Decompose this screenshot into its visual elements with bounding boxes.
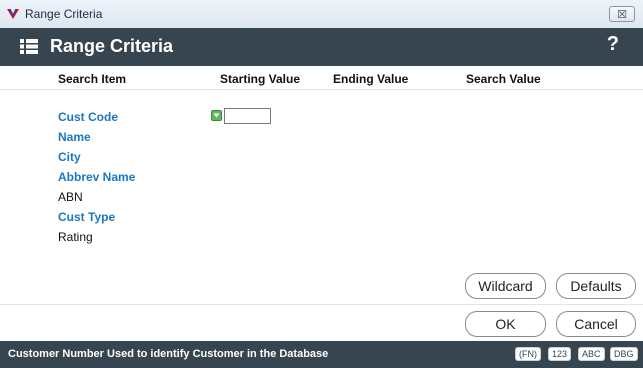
header-divider xyxy=(0,89,643,90)
status-text: Customer Number Used to identify Custome… xyxy=(8,348,329,360)
field-label-cust-code[interactable]: Cust Code xyxy=(58,110,118,124)
list-icon xyxy=(20,39,38,54)
status-badge-fn[interactable]: (FN) xyxy=(515,347,541,361)
footer-divider xyxy=(0,304,643,305)
field-label-city[interactable]: City xyxy=(58,150,81,164)
field-label-name[interactable]: Name xyxy=(58,130,91,144)
status-bar: Customer Number Used to identify Custome… xyxy=(0,341,643,368)
window-close-button[interactable]: ☒ xyxy=(609,6,635,22)
dropdown-toggle[interactable] xyxy=(211,110,222,121)
wildcard-button[interactable]: Wildcard xyxy=(465,273,546,299)
field-label-abbrev-name[interactable]: Abbrev Name xyxy=(58,170,135,184)
status-badge-dbg[interactable]: DBG xyxy=(610,347,638,361)
column-header-search-value: Search Value xyxy=(466,72,541,86)
header-bar: Range Criteria ? xyxy=(0,28,643,66)
field-label-cust-type[interactable]: Cust Type xyxy=(58,210,115,224)
ok-button[interactable]: OK xyxy=(465,311,546,337)
page-title: Range Criteria xyxy=(50,36,174,56)
app-logo-icon xyxy=(7,8,19,19)
status-badge-abc[interactable]: ABC xyxy=(578,347,605,361)
column-header-starting-value: Starting Value xyxy=(220,72,301,86)
cancel-button[interactable]: Cancel xyxy=(556,311,636,337)
column-header-ending-value: Ending Value xyxy=(333,72,409,86)
defaults-button[interactable]: Defaults xyxy=(556,273,636,299)
window-titlebar: Range Criteria ☒ xyxy=(0,0,643,29)
chevron-down-icon xyxy=(213,113,220,118)
field-label-rating: Rating xyxy=(58,230,93,244)
starting-value-input[interactable] xyxy=(224,108,271,124)
close-icon: ☒ xyxy=(617,8,627,21)
column-header-search-item: Search Item xyxy=(58,72,127,86)
help-icon[interactable]: ? xyxy=(607,33,619,56)
field-label-abn: ABN xyxy=(58,190,83,204)
status-badge-123[interactable]: 123 xyxy=(548,347,572,361)
window-title: Range Criteria xyxy=(25,7,103,21)
